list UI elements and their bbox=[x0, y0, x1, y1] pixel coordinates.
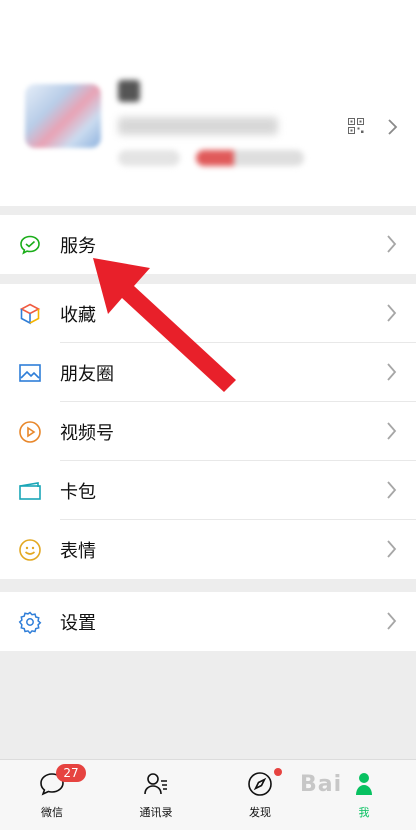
friend-status-blurred[interactable] bbox=[196, 150, 304, 166]
cube-icon bbox=[19, 303, 41, 325]
menu-item-label: 视频号 bbox=[60, 423, 114, 444]
tab-label: 我 bbox=[358, 806, 370, 819]
menu-item-label: 卡包 bbox=[60, 482, 96, 503]
play-circle-icon bbox=[19, 421, 41, 443]
compass-icon bbox=[248, 772, 272, 796]
menu-group-settings: 设置 bbox=[0, 592, 416, 651]
menu-item-channels[interactable]: 视频号 bbox=[0, 402, 416, 461]
tab-label: 通讯录 bbox=[139, 806, 173, 819]
chevron-right-icon bbox=[387, 304, 397, 322]
profile-header[interactable] bbox=[0, 0, 416, 206]
wechat-id-blurred bbox=[118, 117, 278, 135]
person-icon bbox=[356, 773, 372, 795]
watermark: Bai bbox=[300, 772, 343, 797]
qr-code-icon[interactable] bbox=[348, 118, 364, 134]
status-button-blurred[interactable] bbox=[118, 150, 180, 166]
avatar[interactable] bbox=[25, 84, 101, 148]
image-icon bbox=[19, 364, 41, 382]
menu-item-settings[interactable]: 设置 bbox=[0, 592, 416, 651]
nickname-blurred bbox=[118, 80, 140, 102]
menu-item-favorites[interactable]: 收藏 bbox=[0, 284, 416, 343]
menu-item-label: 朋友圈 bbox=[60, 364, 114, 385]
unread-badge: 27 bbox=[56, 764, 86, 782]
smiley-icon bbox=[19, 539, 41, 561]
menu-item-label: 表情 bbox=[60, 541, 96, 562]
wallet-icon bbox=[19, 482, 41, 500]
contacts-icon bbox=[144, 773, 167, 795]
tab-chats[interactable]: 27 微信 bbox=[0, 760, 104, 830]
tab-label: 微信 bbox=[41, 806, 63, 819]
chevron-right-icon bbox=[387, 540, 397, 558]
chevron-right-icon bbox=[387, 235, 397, 253]
menu-group-services: 服务 bbox=[0, 215, 416, 274]
menu-group-main: 收藏 朋友圈 视频号 卡包 表情 bbox=[0, 284, 416, 579]
menu-item-label: 设置 bbox=[60, 613, 96, 634]
menu-item-stickers[interactable]: 表情 bbox=[0, 520, 416, 579]
chevron-right-icon bbox=[387, 612, 397, 630]
chevron-right-icon bbox=[387, 363, 397, 381]
menu-item-moments[interactable]: 朋友圈 bbox=[0, 343, 416, 402]
chevron-right-icon bbox=[387, 422, 397, 440]
chevron-right-icon bbox=[388, 119, 398, 135]
tab-discover[interactable]: 发现 bbox=[208, 760, 312, 830]
tab-label: 发现 bbox=[249, 806, 271, 819]
notification-dot bbox=[274, 768, 282, 776]
gear-icon bbox=[18, 611, 42, 634]
menu-item-services[interactable]: 服务 bbox=[0, 215, 416, 274]
menu-item-cards[interactable]: 卡包 bbox=[0, 461, 416, 520]
menu-item-label: 服务 bbox=[60, 236, 96, 257]
tab-contacts[interactable]: 通讯录 bbox=[104, 760, 208, 830]
tab-bar: 27 微信 通讯录 发现 我 bbox=[0, 759, 416, 830]
wechat-pay-icon bbox=[20, 235, 40, 255]
chevron-right-icon bbox=[387, 481, 397, 499]
menu-item-label: 收藏 bbox=[60, 305, 96, 326]
